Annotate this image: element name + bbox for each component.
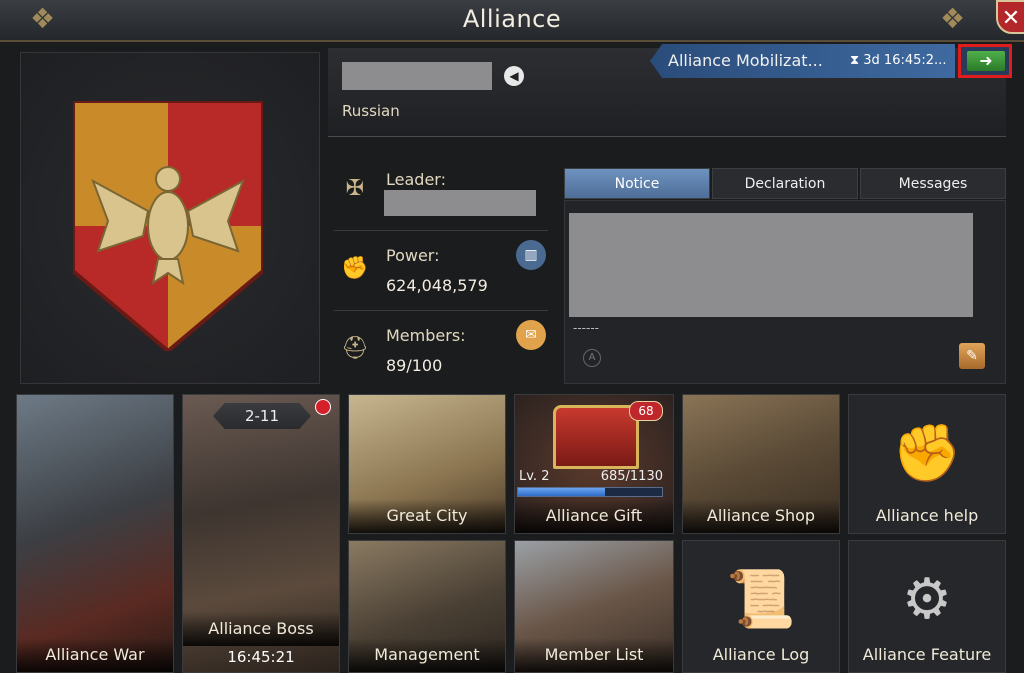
arrow-right-icon: ➜ — [979, 51, 993, 70]
speaker-icon[interactable]: ◀ — [504, 66, 524, 86]
members-value: 89/100 — [386, 356, 443, 375]
management-label: Management — [349, 638, 505, 672]
power-label: Power: — [386, 246, 440, 265]
leader-label: Leader: — [386, 170, 446, 189]
mobilization-go-button[interactable]: ➜ — [967, 51, 1005, 71]
quill-icon: ✎ — [966, 348, 978, 364]
close-button[interactable]: ✕ — [996, 0, 1024, 34]
alliance-shop-label: Alliance Shop — [683, 499, 839, 533]
gift-progress-bar — [517, 487, 663, 497]
great-city-tile[interactable]: Great City — [348, 394, 506, 534]
alliance-language: Russian — [342, 102, 400, 120]
top-bar: ❖ Alliance ❖ ✕ — [0, 0, 1024, 42]
alliance-gift-label: Alliance Gift — [515, 499, 673, 533]
close-icon: ✕ — [1001, 6, 1021, 31]
hourglass-icon: ⧗ — [850, 53, 860, 68]
notice-text-redacted — [569, 213, 973, 317]
cross-shield-icon: ✠ — [345, 176, 365, 201]
alliance-shop-tile[interactable]: Alliance Shop — [682, 394, 840, 534]
alliance-mobilization-banner[interactable]: Alliance Mobilizat... ⧗ 3d 16:45:2... — [650, 44, 955, 78]
mail-button[interactable]: ✉ — [516, 320, 546, 350]
power-chart-button[interactable]: ▥ — [516, 240, 546, 270]
power-stat: ✊ Power: 624,048,579 ▥ — [334, 230, 548, 311]
management-tile[interactable]: Management — [348, 540, 506, 673]
helmet-icon: ⛑ — [341, 336, 369, 361]
gift-level: Lv. 2 — [519, 469, 550, 484]
alliance-gift-tile[interactable]: 68 Lv. 2 685/1130 Alliance Gift — [514, 394, 674, 534]
alliance-log-tile[interactable]: 📜 Alliance Log — [682, 540, 840, 673]
member-list-tile[interactable]: Member List — [514, 540, 674, 673]
boss-level-tag: 2-11 — [213, 403, 311, 429]
fist-icon: ✊ — [341, 256, 369, 281]
boss-alert-dot — [315, 399, 331, 415]
notice-author: ------ — [573, 321, 599, 335]
alliance-boss-label: Alliance Boss — [183, 612, 339, 646]
members-stat: ⛑ Members: 89/100 ✉ — [334, 310, 548, 384]
alliance-help-tile[interactable]: ✊ Alliance help — [848, 394, 1006, 534]
handshake-icon: ✊ — [892, 421, 962, 486]
mobilization-go-highlight: ➜ — [958, 44, 1012, 78]
alliance-log-label: Alliance Log — [712, 645, 810, 664]
alliance-feature-tile[interactable]: ⚙ Alliance Feature — [848, 540, 1006, 673]
tab-declaration[interactable]: Declaration — [712, 168, 858, 199]
boss-timer: 16:45:21 — [227, 648, 295, 666]
edit-notice-button[interactable]: ✎ — [959, 343, 985, 369]
alliance-name-redacted — [342, 62, 492, 90]
scroll-icon: 📜 — [726, 567, 796, 632]
power-value: 624,048,579 — [386, 276, 488, 295]
mobilization-title: Alliance Mobilizat... — [668, 51, 823, 70]
alliance-crest-panel[interactable] — [20, 52, 320, 384]
tab-messages[interactable]: Messages — [860, 168, 1006, 199]
alliance-banner-icon — [73, 101, 263, 351]
alliance-war-tile[interactable]: Alliance War — [16, 394, 174, 673]
ornament-right-icon: ❖ — [940, 2, 966, 35]
alliance-boss-tile[interactable]: 2-11 Alliance Boss 16:45:21 — [182, 394, 340, 673]
gift-progress-text: 685/1130 — [600, 469, 663, 484]
treasure-chest-icon — [553, 405, 639, 469]
great-city-label: Great City — [349, 499, 505, 533]
bar-chart-icon: ▥ — [524, 247, 538, 263]
page-title: Alliance — [462, 5, 562, 33]
alliance-help-label: Alliance help — [875, 506, 979, 525]
leader-name-redacted — [384, 190, 536, 216]
gift-count-badge: 68 — [629, 401, 663, 421]
mobilization-timer: ⧗ 3d 16:45:2... — [850, 53, 947, 68]
notice-tabs: Notice Declaration Messages — [564, 168, 1006, 200]
alliance-war-label: Alliance War — [17, 638, 173, 672]
members-label: Members: — [386, 326, 466, 345]
mail-icon: ✉ — [525, 327, 537, 343]
notice-area: ------ A ✎ — [564, 200, 1006, 384]
translate-icon[interactable]: A — [583, 349, 601, 367]
tab-notice[interactable]: Notice — [564, 168, 710, 199]
banner-gear-icon: ⚙ — [901, 567, 953, 632]
leader-stat: ✠ Leader: — [334, 160, 548, 231]
alliance-feature-label: Alliance Feature — [862, 645, 992, 664]
gift-progress-fill — [518, 488, 606, 496]
member-list-label: Member List — [515, 638, 673, 672]
